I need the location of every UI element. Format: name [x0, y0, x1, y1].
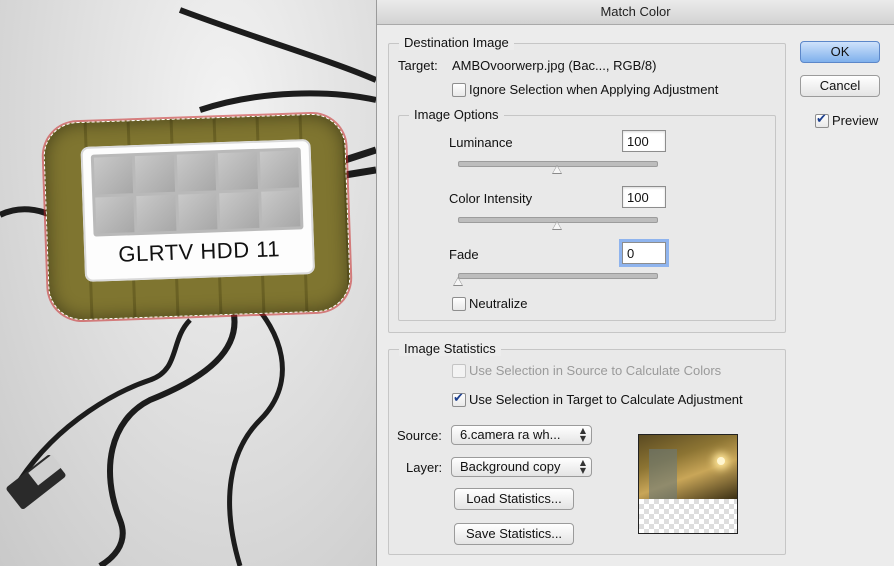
hard-drive-face: GLRTV HDD 11: [80, 138, 316, 282]
source-thumbnail-photo: [639, 435, 737, 499]
source-popup-value: 6.camera ra wh...: [460, 427, 561, 442]
updown-arrows-icon: ▲ ▼: [579, 458, 586, 475]
color-intensity-label: Color Intensity: [449, 191, 533, 206]
layer-popup-value: Background copy: [460, 459, 561, 474]
target-label: Target:: [398, 58, 438, 73]
color-intensity-slider-thumb[interactable]: [552, 221, 562, 230]
image-options-group: Image Options Luminance 100 Color Intens…: [398, 107, 776, 321]
color-intensity-field[interactable]: 100: [622, 186, 666, 208]
hard-drive-grid: [90, 147, 304, 237]
match-color-dialog: Match Color Destination Image Target: AM…: [376, 0, 894, 566]
target-value: AMBOvoorwerp.jpg (Bac..., RGB/8): [452, 58, 657, 73]
neutralize-checkbox[interactable]: [452, 297, 466, 311]
hard-drive-label: GLRTV HDD 11: [117, 236, 281, 267]
use-target-selection-checkbox[interactable]: [452, 391, 466, 407]
luminance-field[interactable]: 100: [622, 130, 666, 152]
ignore-selection-checkbox[interactable]: [452, 83, 466, 97]
background-photo: GLRTV HDD 11: [0, 0, 376, 566]
destination-image-legend: Destination Image: [399, 35, 514, 50]
source-label: Source:: [397, 428, 442, 443]
save-statistics-button[interactable]: Save Statistics...: [454, 523, 574, 545]
neutralize-label: Neutralize: [469, 296, 528, 311]
ok-button[interactable]: OK: [800, 41, 880, 63]
load-statistics-button[interactable]: Load Statistics...: [454, 488, 574, 510]
use-target-selection-label: Use Selection in Target to Calculate Adj…: [469, 392, 743, 407]
fade-field[interactable]: 0: [622, 242, 666, 264]
ignore-selection-label: Ignore Selection when Applying Adjustmen…: [469, 82, 719, 97]
transparency-checkerboard: [639, 499, 737, 533]
preview-checkbox[interactable]: [815, 112, 829, 128]
image-statistics-legend: Image Statistics: [399, 341, 501, 356]
fade-slider-thumb[interactable]: [453, 277, 463, 286]
cancel-button[interactable]: Cancel: [800, 75, 880, 97]
updown-arrows-icon: ▲ ▼: [579, 426, 586, 443]
hard-drive-image: GLRTV HDD 11: [42, 112, 352, 322]
luminance-label: Luminance: [449, 135, 513, 150]
layer-popup[interactable]: Background copy ▲ ▼: [451, 457, 592, 477]
lamp-graphic: [717, 457, 725, 465]
source-thumbnail: [638, 434, 738, 534]
image-options-legend: Image Options: [409, 107, 504, 122]
destination-image-group: Destination Image Target: AMBOvoorwerp.j…: [388, 35, 786, 333]
source-popup[interactable]: 6.camera ra wh... ▲ ▼: [451, 425, 592, 445]
dialog-title[interactable]: Match Color: [377, 0, 894, 25]
fade-label: Fade: [449, 247, 479, 262]
use-source-selection-checkbox[interactable]: [452, 364, 466, 378]
layer-label: Layer:: [406, 460, 443, 475]
use-source-selection-label: Use Selection in Source to Calculate Col…: [469, 363, 722, 378]
preview-label: Preview: [832, 113, 879, 128]
luminance-slider-thumb[interactable]: [552, 165, 562, 174]
fade-slider-track[interactable]: [458, 273, 658, 279]
